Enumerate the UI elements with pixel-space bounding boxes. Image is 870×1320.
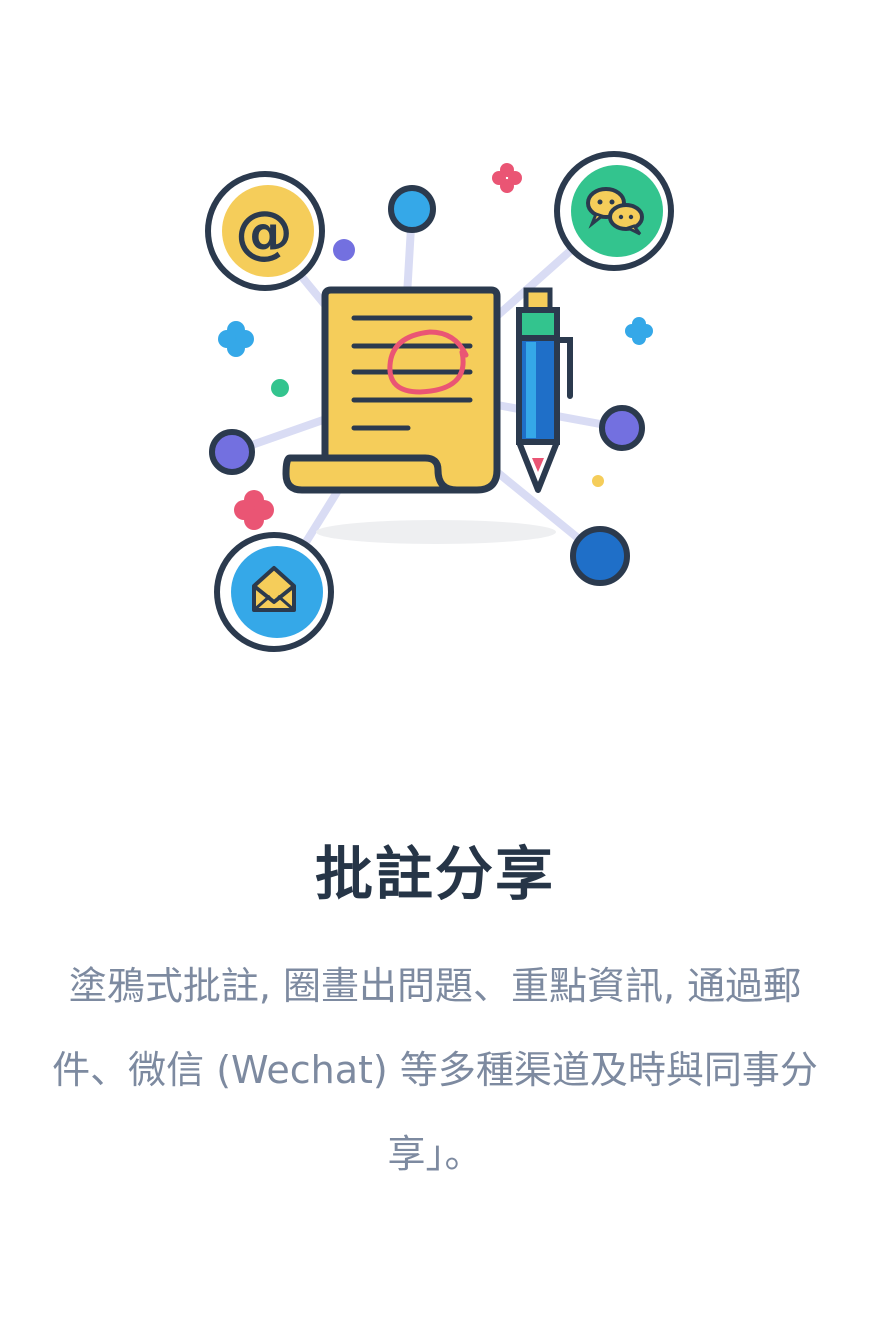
node-top-blue [388,185,436,233]
envelope-icon [214,532,334,652]
node-bottom-blue [570,526,630,586]
sparkle-pink-left [234,490,274,530]
feature-description: 塗鴉式批註, 圈畫出問題、重點資訊, 通過郵件、微信 (Wechat) 等多種渠… [52,964,818,1176]
feature-title: 批註分享 [314,840,555,908]
sparkle-blue-right [625,317,653,345]
node-right-purple [599,405,645,451]
node-left-purple [209,429,255,475]
sparkle-blue-left [218,321,254,357]
wechat-icon [554,151,674,271]
document-shadow [316,520,556,544]
dot-green [271,379,289,397]
annotation-share-illustration: @ [0,0,870,700]
svg-text:@: @ [235,198,293,266]
at-icon: @ [205,171,325,291]
sparkle-pink-top [492,163,522,193]
pen-icon [516,287,573,493]
document-icon [282,286,501,494]
dot-yellow [592,475,604,487]
dot-purple [333,239,355,261]
